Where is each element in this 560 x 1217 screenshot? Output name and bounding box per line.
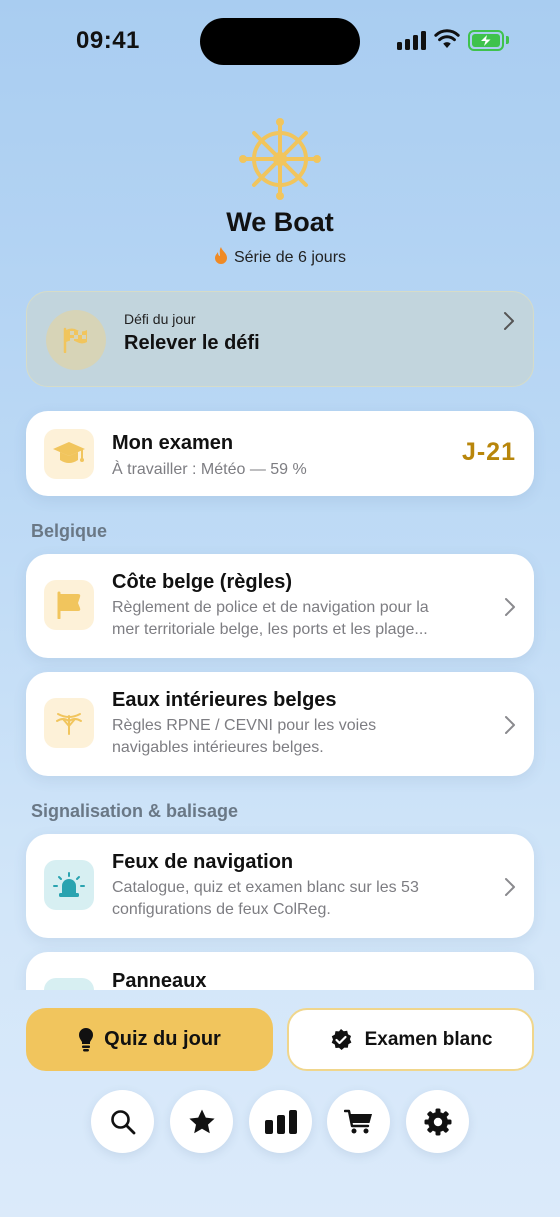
topic-title: Côte belge (règles) bbox=[112, 571, 293, 593]
checkered-flag-icon bbox=[63, 327, 87, 353]
settings-icon bbox=[424, 1108, 451, 1135]
wifi-icon bbox=[434, 29, 460, 48]
exam-title: Mon examen bbox=[112, 432, 234, 454]
mock-exam-button[interactable]: Examen blanc bbox=[287, 1008, 534, 1071]
topic-card-feux-navigation[interactable]: Feux de navigation Catalogue, quiz et ex… bbox=[26, 834, 534, 938]
topic-title: Feux de navigation bbox=[112, 851, 294, 873]
status-time: 09:41 bbox=[76, 27, 140, 54]
nav-search-button[interactable] bbox=[91, 1090, 154, 1153]
topic-description: Règlement de police et de navigation pou… bbox=[112, 599, 429, 638]
flag-icon bbox=[57, 591, 81, 619]
topic-icon-tile bbox=[44, 860, 94, 910]
scroll-clip: Panneaux bbox=[0, 940, 560, 990]
daily-quiz-button[interactable]: Quiz du jour bbox=[26, 1008, 273, 1071]
streak-indicator: Série de 6 jours bbox=[0, 247, 560, 267]
chevron-right-icon bbox=[504, 312, 514, 330]
section-label-signalisation: Signalisation & balisage bbox=[31, 801, 239, 821]
battery-icon bbox=[468, 30, 509, 51]
star-icon bbox=[188, 1109, 215, 1133]
chevron-right-icon bbox=[505, 716, 515, 734]
daily-challenge-card[interactable]: Défi du jour Relever le défi bbox=[26, 291, 534, 387]
sign-icon bbox=[44, 978, 94, 990]
beacon-light-icon bbox=[53, 872, 85, 897]
topic-card-panneaux[interactable]: Panneaux bbox=[26, 952, 534, 990]
daily-quiz-label: Quiz du jour bbox=[104, 1028, 221, 1050]
exam-icon-tile bbox=[44, 429, 94, 479]
stats-icon bbox=[264, 1109, 297, 1134]
nav-settings-button[interactable] bbox=[406, 1090, 469, 1153]
flame-icon bbox=[214, 247, 227, 264]
status-bar: 09:41 bbox=[0, 0, 560, 80]
mock-exam-label: Examen blanc bbox=[364, 1028, 493, 1050]
topic-title: Panneaux bbox=[112, 970, 207, 990]
exam-subtitle: À travailler : Météo — 59 % bbox=[112, 461, 307, 478]
topic-description: Catalogue, quiz et examen blanc sur les … bbox=[112, 879, 419, 918]
topic-card-cote-belge[interactable]: Côte belge (règles) Règlement de police … bbox=[26, 554, 534, 658]
exam-countdown: J-21 bbox=[461, 438, 516, 466]
section-label-belgique: Belgique bbox=[31, 521, 108, 541]
cart-icon bbox=[343, 1109, 372, 1133]
dynamic-island bbox=[200, 18, 360, 65]
nav-stats-button[interactable] bbox=[249, 1090, 312, 1153]
chevron-right-icon bbox=[505, 598, 515, 616]
checkered-flag-badge bbox=[46, 310, 106, 370]
graduation-cap-icon bbox=[53, 442, 85, 463]
verified-check-icon bbox=[331, 1028, 352, 1050]
challenge-title: Relever le défi bbox=[124, 332, 260, 354]
search-icon bbox=[110, 1109, 135, 1134]
topic-description: Règles RPNE / CEVNI pour les voies navig… bbox=[112, 717, 377, 756]
my-exam-card[interactable]: Mon examen À travailler : Météo — 59 % J… bbox=[26, 411, 534, 496]
topic-icon-tile bbox=[44, 698, 94, 748]
topic-title: Eaux intérieures belges bbox=[112, 689, 337, 711]
ship-wheel-icon bbox=[239, 118, 321, 200]
nav-favorites-button[interactable] bbox=[170, 1090, 233, 1153]
lightbulb-icon bbox=[79, 1027, 94, 1051]
streak-label: Série de 6 jours bbox=[233, 249, 347, 266]
chevron-right-icon bbox=[505, 878, 515, 896]
nav-shop-button[interactable] bbox=[327, 1090, 390, 1153]
challenge-kicker: Défi du jour bbox=[124, 311, 196, 327]
topic-card-eaux-interieures[interactable]: Eaux intérieures belges Règles RPNE / CE… bbox=[26, 672, 534, 776]
app-title: We Boat bbox=[226, 207, 334, 237]
buoy-icon bbox=[56, 713, 82, 735]
topic-icon-tile bbox=[44, 580, 94, 630]
cellular-signal-icon bbox=[397, 30, 427, 50]
